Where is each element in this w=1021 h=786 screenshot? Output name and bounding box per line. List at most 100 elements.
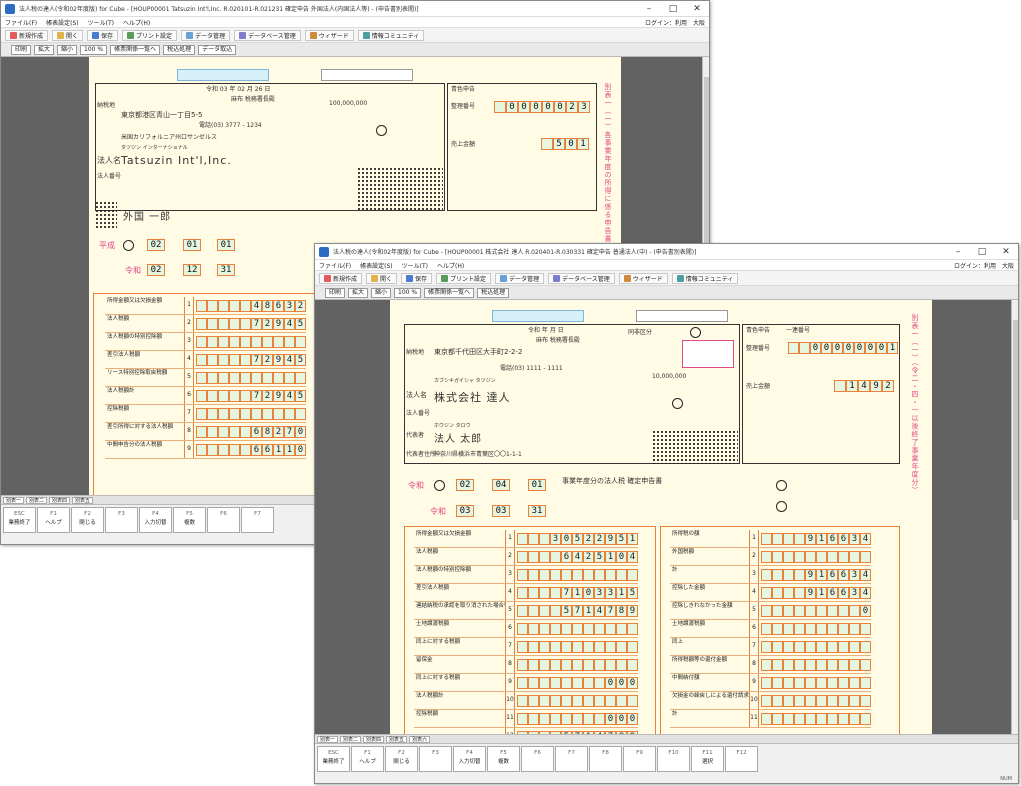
- digit-cell[interactable]: [528, 622, 539, 635]
- digit-cell[interactable]: [572, 640, 583, 653]
- digit-cell[interactable]: [539, 640, 550, 653]
- digit-cell[interactable]: [761, 712, 772, 725]
- digit-cell[interactable]: [561, 658, 572, 671]
- digit-cell[interactable]: [273, 335, 284, 348]
- period-from-month[interactable]: 01: [183, 239, 201, 251]
- period-to-year[interactable]: 03: [456, 505, 474, 517]
- digit-cell[interactable]: 1: [816, 586, 827, 599]
- digit-cell[interactable]: 1: [816, 532, 827, 545]
- digit-cell[interactable]: [783, 622, 794, 635]
- digit-cell[interactable]: [229, 335, 240, 348]
- period-from-year[interactable]: 02: [147, 239, 165, 251]
- digit-cell[interactable]: [605, 640, 616, 653]
- digit-cell[interactable]: 6: [827, 586, 838, 599]
- digit-cell[interactable]: [860, 676, 871, 689]
- digit-cell[interactable]: [251, 371, 262, 384]
- digit-cell[interactable]: [295, 371, 306, 384]
- digit-cell[interactable]: [849, 658, 860, 671]
- menu-settings[interactable]: 帳表設定(S): [46, 18, 79, 27]
- digit-cell[interactable]: [816, 676, 827, 689]
- digit-cell[interactable]: [528, 640, 539, 653]
- amount-field[interactable]: 916634: [761, 568, 871, 581]
- digit-cell[interactable]: [594, 694, 605, 707]
- digit-cell[interactable]: [805, 676, 816, 689]
- digit-cell[interactable]: [550, 568, 561, 581]
- digit-cell[interactable]: 0: [865, 342, 876, 354]
- digit-cell[interactable]: [251, 335, 262, 348]
- digit-cell[interactable]: 5: [561, 604, 572, 617]
- digit-cell[interactable]: [517, 658, 528, 671]
- digit-cell[interactable]: 6: [838, 586, 849, 599]
- digit-cell[interactable]: [772, 712, 783, 725]
- digit-cell[interactable]: 2: [566, 101, 578, 113]
- digit-cell[interactable]: [860, 622, 871, 635]
- digit-cell[interactable]: 3: [578, 101, 590, 113]
- name-kana-value[interactable]: カブシキガイシャ タツジン: [434, 379, 496, 384]
- digit-cell[interactable]: [240, 443, 251, 456]
- digit-cell[interactable]: [572, 676, 583, 689]
- digit-cell[interactable]: 6: [827, 532, 838, 545]
- digit-cell[interactable]: [794, 640, 805, 653]
- digit-cell[interactable]: [196, 389, 207, 402]
- digit-cell[interactable]: 1: [284, 443, 295, 456]
- digit-cell[interactable]: [561, 676, 572, 689]
- digit-cell[interactable]: [761, 604, 772, 617]
- digit-cell[interactable]: [528, 550, 539, 563]
- digit-cell[interactable]: [550, 622, 561, 635]
- digit-cell[interactable]: 6: [838, 568, 849, 581]
- digit-cell[interactable]: 5: [553, 138, 565, 150]
- digit-cell[interactable]: [218, 299, 229, 312]
- digit-cell[interactable]: 3: [594, 586, 605, 599]
- digit-cell[interactable]: 4: [284, 353, 295, 366]
- digit-cell[interactable]: [849, 604, 860, 617]
- digit-cell[interactable]: [849, 622, 860, 635]
- digit-cell[interactable]: [240, 353, 251, 366]
- digit-cell[interactable]: [572, 568, 583, 581]
- scroll-thumb[interactable]: [1013, 320, 1018, 520]
- digit-cell[interactable]: 1: [846, 380, 858, 392]
- amount-field[interactable]: [517, 568, 638, 581]
- digit-cell[interactable]: 3: [849, 586, 860, 599]
- digit-cell[interactable]: [273, 371, 284, 384]
- name-value[interactable]: 株式会社 達人: [434, 389, 511, 405]
- digit-cell[interactable]: [583, 712, 594, 725]
- digit-cell[interactable]: 6: [273, 299, 284, 312]
- menu-tools[interactable]: ツール(T): [402, 261, 428, 270]
- digit-cell[interactable]: [572, 712, 583, 725]
- digit-cell[interactable]: [196, 371, 207, 384]
- digit-cell[interactable]: [218, 317, 229, 330]
- amount-field[interactable]: [196, 335, 306, 348]
- digit-cell[interactable]: [594, 676, 605, 689]
- digit-cell[interactable]: [860, 640, 871, 653]
- digit-cell[interactable]: [207, 317, 218, 330]
- digit-cell[interactable]: 9: [273, 317, 284, 330]
- function-key-f5[interactable]: F5 複数: [487, 746, 520, 772]
- digit-cell[interactable]: [561, 694, 572, 707]
- digit-cell[interactable]: 7: [605, 604, 616, 617]
- digit-cell[interactable]: 1: [605, 550, 616, 563]
- digit-cell[interactable]: [838, 694, 849, 707]
- digit-cell[interactable]: 5: [594, 550, 605, 563]
- form-tab[interactable]: 別表一: [317, 735, 339, 743]
- digit-cell[interactable]: [772, 676, 783, 689]
- digit-cell[interactable]: 2: [262, 353, 273, 366]
- digit-cell[interactable]: [539, 622, 550, 635]
- digit-cell[interactable]: [772, 640, 783, 653]
- digit-cell[interactable]: [794, 550, 805, 563]
- zoom-in-button[interactable]: 拡大: [34, 44, 55, 55]
- digit-cell[interactable]: [761, 676, 772, 689]
- digit-cell[interactable]: [550, 640, 561, 653]
- tax-process-button[interactable]: 税込処理: [163, 44, 196, 55]
- digit-cell[interactable]: 5: [295, 353, 306, 366]
- serial-digits[interactable]: 00000001: [788, 342, 898, 354]
- community-button[interactable]: 情報コミュニティ: [357, 29, 425, 41]
- period-to-month[interactable]: 12: [183, 264, 201, 276]
- digit-cell[interactable]: [528, 604, 539, 617]
- digit-cell[interactable]: 2: [583, 532, 594, 545]
- digit-cell[interactable]: [772, 568, 783, 581]
- digit-cell[interactable]: [539, 532, 550, 545]
- digit-cell[interactable]: [794, 586, 805, 599]
- digit-cell[interactable]: [550, 712, 561, 725]
- digit-cell[interactable]: [517, 676, 528, 689]
- form-tab[interactable]: 別表四: [363, 735, 385, 743]
